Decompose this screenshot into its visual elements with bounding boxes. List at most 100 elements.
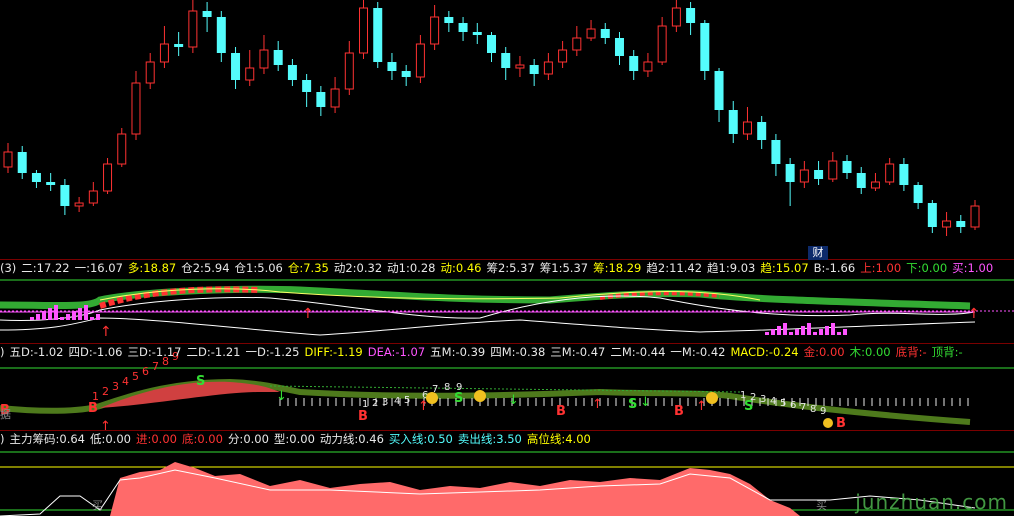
- histogram-bar: [54, 305, 58, 320]
- candle-body: [302, 80, 312, 92]
- readout-value: -: [922, 345, 927, 359]
- candle-body: [814, 170, 824, 179]
- readout-label: 一M:: [670, 345, 696, 359]
- readout-item: 二:17.22: [21, 261, 69, 275]
- readout-item: 买入线:0.50: [389, 432, 453, 446]
- histogram-bar: [30, 317, 34, 320]
- count-label: 8: [810, 404, 816, 415]
- histogram-bar: [831, 323, 835, 335]
- candle-body: [17, 152, 27, 173]
- readout-label: 趋1:: [707, 261, 730, 275]
- candle-body: [899, 164, 909, 185]
- histogram-bar: [801, 326, 805, 335]
- readout-value: 0.28: [409, 261, 436, 275]
- count-label: 5: [780, 398, 786, 409]
- readout-value: 0.46: [455, 261, 482, 275]
- candle-body: [444, 17, 454, 23]
- candle-body: [799, 169, 809, 183]
- readout-value: -: [958, 345, 963, 359]
- readout-label: 二:: [21, 261, 37, 275]
- readout-item: 分:0.00: [228, 432, 269, 446]
- count-label: 4: [394, 396, 400, 407]
- candle-body: [145, 61, 155, 84]
- candle-body: [927, 203, 937, 227]
- candle-body: [515, 64, 525, 69]
- readout-value: 7.35: [303, 261, 329, 275]
- count-label: 8: [444, 382, 450, 393]
- readout-value: 15.07: [775, 261, 809, 275]
- readout-label: B:: [813, 261, 826, 275]
- candle-body: [586, 28, 596, 39]
- readout-value: 11.42: [669, 261, 703, 275]
- face-icon: [426, 392, 438, 404]
- readout-label: 仓:: [287, 261, 304, 275]
- readout-label: 动:: [440, 261, 456, 275]
- readout-label: 三D:: [127, 345, 152, 359]
- candle-body: [216, 17, 226, 53]
- count-label: 3: [382, 397, 388, 408]
- readout-prefix: (3): [0, 261, 17, 275]
- readout-item: 筹2:5.37: [486, 261, 534, 275]
- readout-item: 一D:-1.25: [246, 345, 300, 359]
- readout-value: -0.44: [635, 345, 666, 359]
- readout-item: 二M:-0.44: [610, 345, 665, 359]
- finance-badge[interactable]: 财: [808, 246, 828, 260]
- up-arrow: ↑: [592, 397, 603, 412]
- readout-item: 多:18.87: [128, 261, 176, 275]
- readout-value: 5.06: [257, 261, 283, 275]
- histogram-bar: [813, 332, 817, 335]
- readout-value: 3.50: [496, 432, 522, 446]
- face-icon: [706, 392, 718, 404]
- readout-value: 18.87: [143, 261, 177, 275]
- indicator3-readout: ) 主力筹码:0.64 低:0.00 进:0.00 底:0.00 分:0.00 型:0.00…: [0, 431, 1014, 447]
- candle-body: [529, 65, 539, 74]
- face-icon: [474, 390, 486, 402]
- candle-body: [88, 190, 98, 204]
- histogram-bar: [42, 311, 46, 320]
- candle-body: [46, 182, 56, 185]
- readout-value: -1.19: [332, 345, 363, 359]
- candle-body: [714, 71, 724, 110]
- candle-body: [316, 92, 326, 107]
- readout-value: 0.00: [864, 345, 891, 359]
- readout-label: 底:: [181, 432, 198, 446]
- readout-value: 0.00: [921, 261, 948, 275]
- readout-value: 0.50: [427, 432, 453, 446]
- candle-body: [430, 16, 440, 45]
- candle-body: [828, 160, 838, 180]
- readout-item: 低:0.00: [90, 432, 131, 446]
- readout-label: 动力线:: [319, 432, 359, 446]
- candle-body: [103, 163, 113, 192]
- candle-body: [572, 37, 582, 51]
- readout-label: 五M:: [430, 345, 456, 359]
- count-label: 4: [122, 375, 129, 388]
- readout-value: -0.38: [515, 345, 546, 359]
- readout-label: 二D:: [186, 345, 211, 359]
- candle-body: [842, 161, 852, 173]
- readout-item: 五D:-1.02: [10, 345, 64, 359]
- readout-item: 进:0.00: [136, 432, 177, 446]
- candle-body: [771, 140, 781, 164]
- readout-label: 筹:: [593, 261, 609, 275]
- buy-signal: B: [88, 401, 98, 416]
- readout-value: 1.00: [967, 261, 994, 275]
- readout-label: 趋2:: [646, 261, 670, 275]
- readout-item: 动1:0.28: [387, 261, 435, 275]
- readout-value: -0.47: [575, 345, 606, 359]
- count-label: 5: [404, 395, 410, 406]
- count-label: 6: [790, 400, 796, 411]
- readout-label: 进:: [135, 432, 152, 446]
- readout-label: 高位线:: [526, 432, 566, 446]
- readout-label: 分:: [227, 432, 244, 446]
- histogram-bar: [789, 332, 793, 335]
- histogram-bar: [795, 329, 799, 335]
- readout-value: 16.07: [89, 261, 123, 275]
- readout-label: 四D:: [68, 345, 93, 359]
- readout-item: 主力筹码:0.64: [10, 432, 85, 446]
- readout-value: 0.46: [358, 432, 384, 446]
- readout-item: 木:0.00: [850, 345, 891, 359]
- readout-item: 型:0.00: [274, 432, 315, 446]
- readout-label: 金:: [803, 345, 819, 359]
- readout-label: 一D:: [245, 345, 270, 359]
- candle-body: [728, 110, 738, 134]
